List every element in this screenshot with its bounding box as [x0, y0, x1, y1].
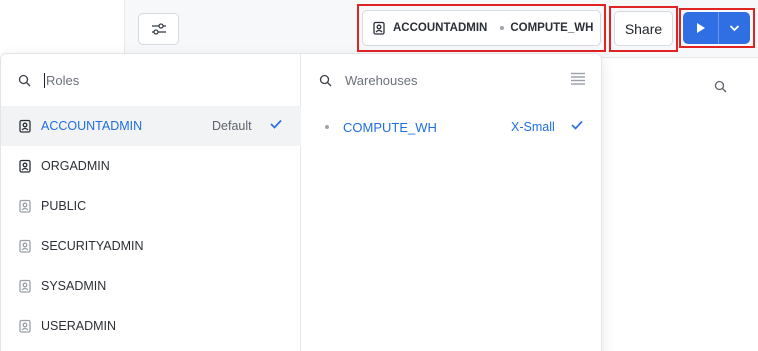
role-item-public[interactable]: PUBLIC	[1, 186, 301, 226]
default-badge: Default	[212, 119, 252, 133]
search-icon	[319, 74, 332, 86]
role-label: SYSADMIN	[41, 279, 107, 293]
warehouses-column: Warehouses COMPUTE_WH X-Small	[302, 54, 602, 351]
warehouse-label: COMPUTE_WH	[343, 119, 437, 135]
chevron-down-icon	[729, 25, 740, 32]
role-badge-icon	[19, 119, 31, 133]
role-badge-icon	[19, 239, 31, 253]
warehouses-search-row: Warehouses	[302, 54, 602, 106]
warehouse-item-compute-wh[interactable]: COMPUTE_WH X-Small	[302, 106, 602, 148]
checkmark-icon	[571, 120, 583, 130]
status-dot	[325, 125, 329, 129]
run-options-button[interactable]	[719, 12, 750, 44]
role-label: ACCOUNTADMIN	[41, 119, 143, 133]
role-label: ORGADMIN	[41, 159, 110, 173]
role-item-securityadmin[interactable]: SECURITYADMIN	[1, 226, 301, 266]
checkmark-icon	[270, 119, 282, 129]
share-button[interactable]: Share	[614, 11, 673, 46]
run-button-group	[683, 12, 750, 44]
search-icon	[714, 80, 727, 93]
play-icon	[696, 23, 705, 33]
separator-dot	[500, 26, 505, 30]
filter-settings-button[interactable]	[138, 13, 179, 45]
role-label: PUBLIC	[41, 199, 87, 213]
roles-column: Roles ACCOUNTADMIN Default ORGADMIN PUBL…	[1, 54, 301, 351]
role-label: SECURITYADMIN	[41, 239, 144, 253]
role-badge-icon	[19, 199, 31, 213]
role-badge-icon	[373, 21, 385, 35]
roles-search-row: Roles	[1, 54, 300, 106]
editor-sidebar-edge	[0, 0, 125, 58]
context-warehouse-label: COMPUTE_WH	[510, 22, 594, 34]
search-icon	[18, 74, 31, 86]
role-badge-icon	[19, 159, 31, 173]
context-dropdown-panel: Roles ACCOUNTADMIN Default ORGADMIN PUBL…	[0, 53, 602, 351]
context-role-label: ACCOUNTADMIN	[393, 22, 488, 34]
list-menu-icon[interactable]	[570, 72, 586, 85]
sliders-icon	[151, 23, 166, 35]
role-item-orgadmin[interactable]: ORGADMIN	[1, 146, 301, 186]
role-item-accountadmin[interactable]: ACCOUNTADMIN Default	[1, 106, 301, 146]
role-item-sysadmin[interactable]: SYSADMIN	[1, 266, 301, 306]
role-badge-icon	[19, 319, 31, 333]
run-button[interactable]	[683, 12, 719, 44]
role-warehouse-context-button[interactable]: ACCOUNTADMIN COMPUTE_WH	[362, 10, 601, 46]
role-label: USERADMIN	[41, 319, 117, 333]
roles-search-input[interactable]: Roles	[46, 73, 79, 88]
warehouses-search-input[interactable]: Warehouses	[345, 73, 418, 88]
role-item-useradmin[interactable]: USERADMIN	[1, 306, 301, 346]
warehouse-size-badge: X-Small	[511, 120, 555, 134]
text-caret	[44, 72, 45, 88]
role-badge-icon	[19, 279, 31, 293]
results-search-button[interactable]	[714, 80, 727, 98]
